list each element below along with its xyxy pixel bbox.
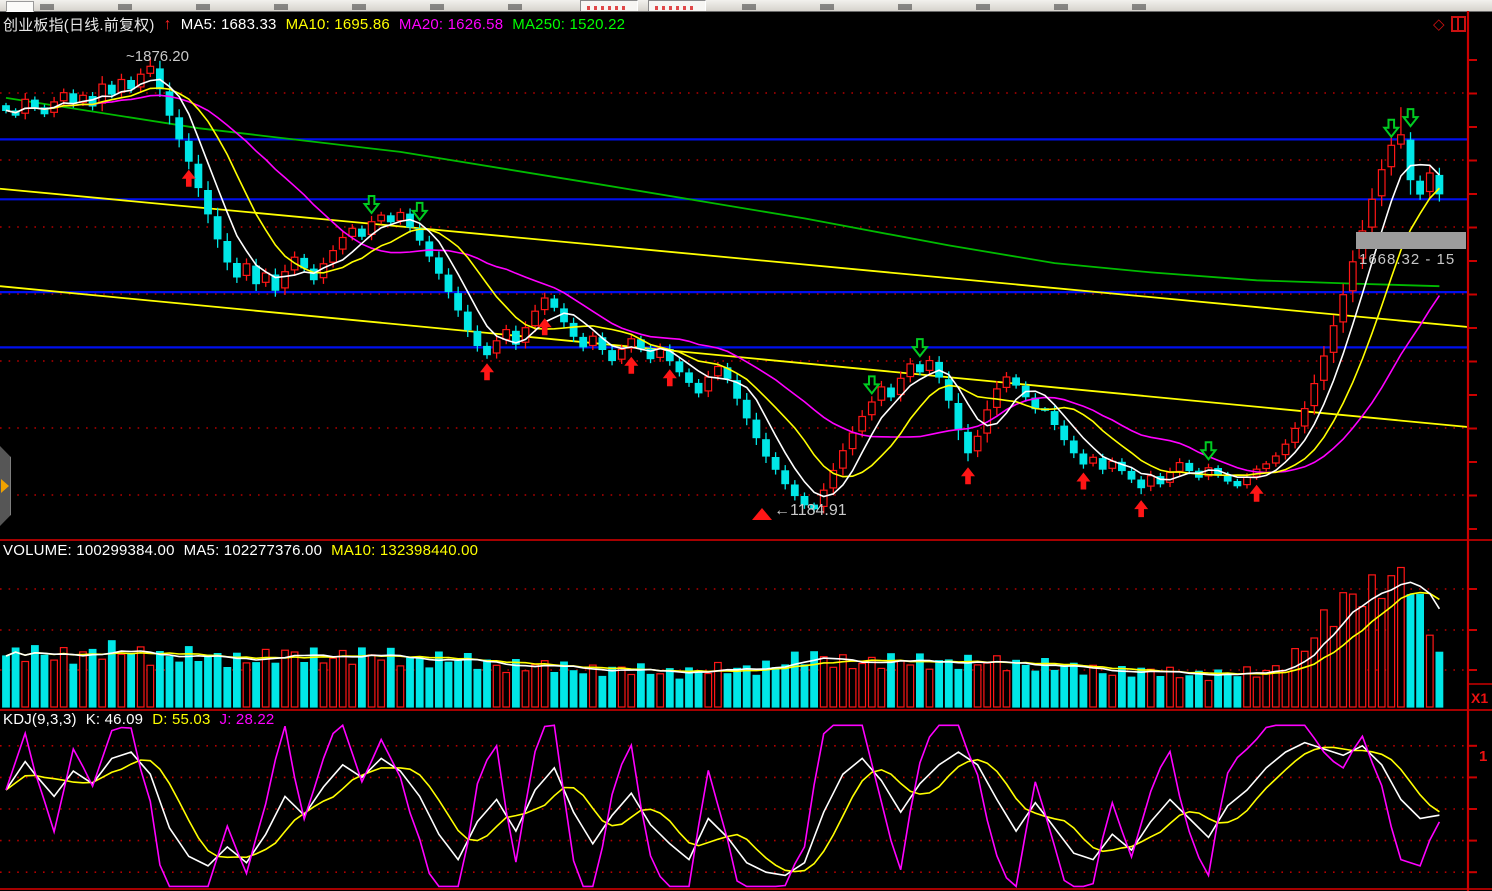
pane-corner-icons: ◇ <box>1433 16 1466 32</box>
chart-canvas[interactable] <box>0 0 1492 891</box>
main-chart-title: 创业板指(日线.前复权) ↑ MA5: 1683.33 MA10: 1695.8… <box>3 14 625 35</box>
volume-title: VOLUME: 100299384.00 MA5: 102277376.00 M… <box>3 542 478 559</box>
ma20-value: MA20: 1626.58 <box>399 16 503 33</box>
flyout-arrow-icon <box>1 479 9 493</box>
ma10-value: MA10: 1695.86 <box>286 16 390 33</box>
low-label: ←1184.91 <box>774 502 847 520</box>
kdj-j-value: J: 28.22 <box>220 711 275 728</box>
up-arrow-icon: ↑ <box>164 20 172 30</box>
price-tag: 1668.32 - 15 <box>1359 251 1455 268</box>
volume-ma5-value: MA5: 102277376.00 <box>184 542 323 559</box>
flyout-tab[interactable] <box>0 446 11 526</box>
kdj-axis-label: 1 <box>1479 748 1487 765</box>
ma5-value: MA5: 1683.33 <box>181 16 277 33</box>
low-label-group: ←1184.91 <box>752 502 847 520</box>
peak-label: ~1876.20 <box>126 48 189 65</box>
diamond-icon[interactable]: ◇ <box>1433 17 1445 32</box>
main-price-pane <box>0 11 1492 891</box>
index-name: 创业板指(日线.前复权) <box>3 14 155 35</box>
split-window-icon[interactable] <box>1451 16 1466 32</box>
kdj-d-value: D: 55.03 <box>152 711 210 728</box>
price-tag-box <box>1356 232 1466 249</box>
low-marker-icon <box>752 508 772 520</box>
volume-value: VOLUME: 100299384.00 <box>3 542 175 559</box>
volume-scale-label[interactable]: X1 <box>1471 690 1488 706</box>
kdj-params: KDJ(9,3,3) <box>3 711 77 728</box>
kdj-title: KDJ(9,3,3) K: 46.09 D: 55.03 J: 28.22 <box>3 711 274 728</box>
ma250-value: MA250: 1520.22 <box>512 16 625 33</box>
kdj-k-value: K: 46.09 <box>86 711 143 728</box>
trading-terminal-screen: 创业板指(日线.前复权) ↑ MA5: 1683.33 MA10: 1695.8… <box>0 0 1492 891</box>
volume-ma10-value: MA10: 132398440.00 <box>331 542 478 559</box>
